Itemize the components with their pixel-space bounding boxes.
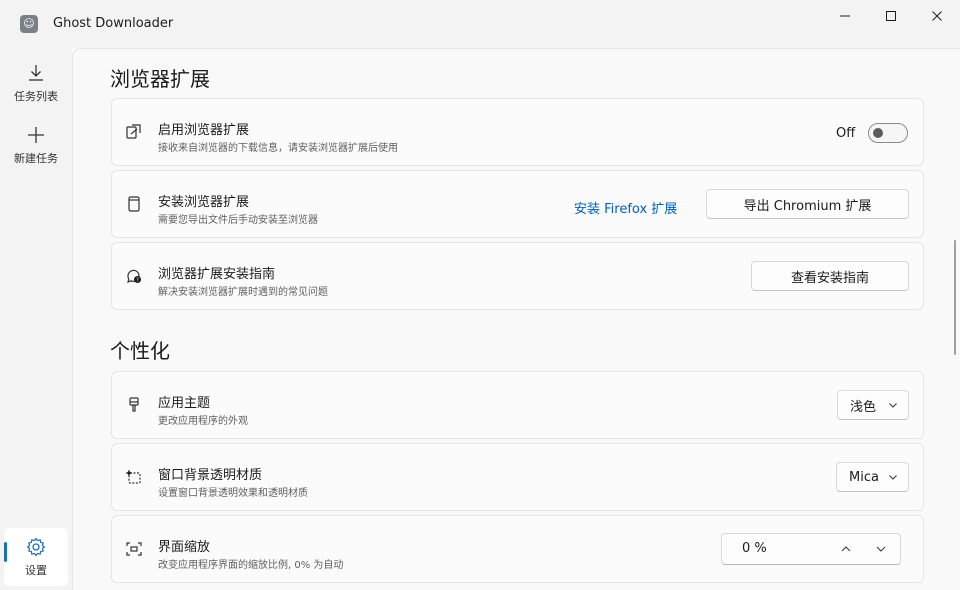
card-description: 改变应用程序界面的缩放比例, 0% 为自动 [158, 560, 344, 571]
card-description: 更改应用程序的外观 [158, 416, 248, 427]
nav-item-label: 新建任务 [14, 152, 58, 165]
nav-item-new-task[interactable]: 新建任务 [4, 116, 68, 174]
section-title-browser: 浏览器扩展 [110, 67, 210, 91]
ghost-app-icon: ☺ [20, 15, 38, 33]
nav-item-task-list[interactable]: 任务列表 [4, 54, 68, 112]
help-chat-icon: ? [125, 267, 143, 285]
card-title: 窗口背景透明材质 [158, 468, 263, 483]
chevron-up-icon[interactable] [840, 543, 852, 555]
maximize-icon [886, 11, 896, 21]
add-icon [28, 127, 44, 143]
window-title: Ghost Downloader [53, 16, 174, 31]
title-bar: ☺ Ghost Downloader [0, 0, 960, 48]
setting-card-install-guide: ? 浏览器扩展安装指南 解决安装浏览器扩展时遇到的常见问题 查看安装指南 [111, 242, 924, 310]
chevron-down-icon[interactable] [875, 543, 887, 555]
setting-card-app-theme: 应用主题 更改应用程序的外观 浅色 [111, 371, 924, 439]
settings-content: 浏览器扩展 启用浏览器扩展 接收来自浏览器的下载信息，请安装浏览器扩展后使用 O… [72, 48, 960, 590]
selection-indicator [4, 542, 7, 562]
dropdown-value: Mica [849, 469, 879, 485]
toggle-state-label: Off [836, 126, 856, 141]
svg-text:?: ? [136, 278, 139, 284]
card-title: 界面缩放 [158, 540, 211, 555]
gear-icon [26, 537, 46, 557]
export-chromium-button[interactable]: 导出 Chromium 扩展 [706, 189, 909, 219]
theme-dropdown[interactable]: 浅色 [837, 390, 909, 420]
nav-item-label: 任务列表 [14, 90, 58, 103]
dropdown-value: 浅色 [850, 399, 877, 415]
download-icon [29, 65, 43, 81]
nav-item-settings[interactable]: 设置 [4, 528, 68, 586]
spinbox-value: 0 % [742, 541, 767, 556]
view-install-guide-button[interactable]: 查看安装指南 [751, 261, 909, 291]
card-title: 安装浏览器扩展 [158, 195, 250, 210]
material-dropdown[interactable]: Mica [836, 462, 909, 492]
card-title: 浏览器扩展安装指南 [158, 267, 276, 282]
minimize-button[interactable] [822, 0, 868, 32]
minimize-icon [840, 15, 850, 17]
card-description: 设置窗口背景透明效果和透明材质 [158, 488, 308, 499]
card-description: 需要您导出文件后手动安装至浏览器 [158, 215, 318, 226]
enable-extension-toggle[interactable] [868, 123, 908, 143]
phone-icon [125, 195, 143, 213]
maximize-button[interactable] [868, 0, 914, 32]
brush-icon [125, 396, 143, 414]
setting-card-install-extension: 安装浏览器扩展 需要您导出文件后手动安装至浏览器 安装 Firefox 扩展 导… [111, 170, 924, 238]
navigation-pane: 任务列表 新建任务 设置 [0, 48, 72, 590]
card-description: 解决安装浏览器扩展时遇到的常见问题 [158, 287, 328, 298]
install-firefox-link[interactable]: 安装 Firefox 扩展 [574, 198, 677, 217]
setting-card-ui-scale: 界面缩放 改变应用程序界面的缩放比例, 0% 为自动 0 % [111, 515, 924, 583]
toggle-knob [873, 128, 883, 138]
chevron-down-icon [889, 475, 897, 480]
chevron-down-icon [889, 403, 897, 408]
card-title: 应用主题 [158, 396, 211, 411]
card-title: 启用浏览器扩展 [158, 123, 250, 138]
close-icon [932, 11, 942, 21]
vertical-scrollbar[interactable] [954, 240, 956, 355]
scale-spinbox[interactable]: 0 % [721, 533, 901, 565]
card-description: 接收来自浏览器的下载信息，请安装浏览器扩展后使用 [158, 143, 398, 154]
extension-icon [125, 123, 143, 141]
setting-card-window-material: 窗口背景透明材质 设置窗口背景透明效果和透明材质 Mica [111, 443, 924, 511]
close-button[interactable] [914, 0, 960, 32]
transparency-icon [125, 468, 143, 486]
section-title-personalize: 个性化 [110, 339, 170, 363]
nav-item-label: 设置 [25, 564, 47, 577]
zoom-fit-icon [125, 540, 143, 558]
setting-card-enable-extension: 启用浏览器扩展 接收来自浏览器的下载信息，请安装浏览器扩展后使用 Off [111, 98, 924, 166]
